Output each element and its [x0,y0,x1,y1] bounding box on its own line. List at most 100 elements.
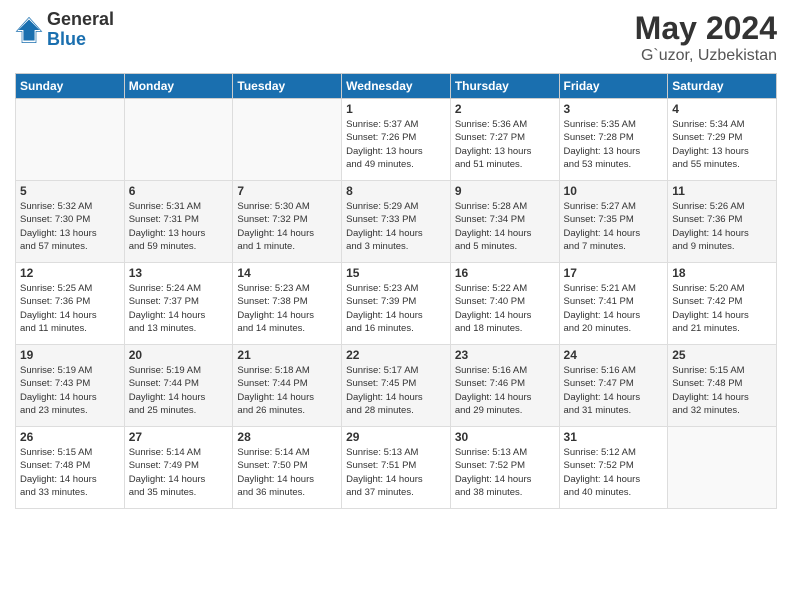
day-info: Sunrise: 5:36 AM Sunset: 7:27 PM Dayligh… [455,118,555,171]
calendar-cell: 9 Sunrise: 5:28 AM Sunset: 7:34 PM Daylig… [450,181,559,263]
logo-text: General Blue [47,10,114,50]
day-info: Sunrise: 5:18 AM Sunset: 7:44 PM Dayligh… [237,364,337,417]
day-number: 4 [672,102,772,116]
calendar-cell [233,99,342,181]
day-number: 10 [564,184,664,198]
day-number: 1 [346,102,446,116]
weekday-header: Tuesday [233,74,342,99]
logo-blue: Blue [47,30,114,50]
day-number: 2 [455,102,555,116]
calendar-cell: 3 Sunrise: 5:35 AM Sunset: 7:28 PM Daylig… [559,99,668,181]
calendar-cell: 31 Sunrise: 5:12 AM Sunset: 7:52 PM Dayli… [559,427,668,509]
page: General Blue May 2024 G`uzor, Uzbekistan… [0,0,792,612]
day-number: 28 [237,430,337,444]
calendar-cell: 23Sunrise: 5:16 AM Sunset: 7:46 PM Dayli… [450,345,559,427]
calendar-cell: 29Sunrise: 5:13 AM Sunset: 7:51 PM Dayli… [342,427,451,509]
day-number: 25 [672,348,772,362]
day-info: Sunrise: 5:35 AM Sunset: 7:28 PM Dayligh… [564,118,664,171]
calendar-cell [668,427,777,509]
weekday-header: Saturday [668,74,777,99]
calendar-cell: 30Sunrise: 5:13 AM Sunset: 7:52 PM Dayli… [450,427,559,509]
day-number: 16 [455,266,555,280]
day-number: 11 [672,184,772,198]
day-number: 3 [564,102,664,116]
calendar-cell: 7 Sunrise: 5:30 AM Sunset: 7:32 PM Daylig… [233,181,342,263]
day-info: Sunrise: 5:28 AM Sunset: 7:34 PM Dayligh… [455,200,555,253]
day-info: Sunrise: 5:23 AM Sunset: 7:39 PM Dayligh… [346,282,446,335]
day-info: Sunrise: 5:16 AM Sunset: 7:46 PM Dayligh… [455,364,555,417]
day-info: Sunrise: 5:19 AM Sunset: 7:44 PM Dayligh… [129,364,229,417]
day-info: Sunrise: 5:25 AM Sunset: 7:36 PM Dayligh… [20,282,120,335]
day-info: Sunrise: 5:17 AM Sunset: 7:45 PM Dayligh… [346,364,446,417]
calendar-week-row: 5 Sunrise: 5:32 AM Sunset: 7:30 PM Daylig… [16,181,777,263]
weekday-header: Wednesday [342,74,451,99]
calendar-cell: 27 Sunrise: 5:14 AM Sunset: 7:49 PM Dayli… [124,427,233,509]
calendar-cell: 13 Sunrise: 5:24 AM Sunset: 7:37 PM Dayli… [124,263,233,345]
calendar-cell: 24 Sunrise: 5:16 AM Sunset: 7:47 PM Dayli… [559,345,668,427]
calendar-cell: 19Sunrise: 5:19 AM Sunset: 7:43 PM Dayli… [16,345,125,427]
day-info: Sunrise: 5:22 AM Sunset: 7:40 PM Dayligh… [455,282,555,335]
calendar-week-row: 19Sunrise: 5:19 AM Sunset: 7:43 PM Dayli… [16,345,777,427]
title-month: May 2024 [635,10,777,47]
day-info: Sunrise: 5:23 AM Sunset: 7:38 PM Dayligh… [237,282,337,335]
day-number: 22 [346,348,446,362]
day-number: 6 [129,184,229,198]
day-info: Sunrise: 5:16 AM Sunset: 7:47 PM Dayligh… [564,364,664,417]
day-info: Sunrise: 5:21 AM Sunset: 7:41 PM Dayligh… [564,282,664,335]
calendar-cell: 5 Sunrise: 5:32 AM Sunset: 7:30 PM Daylig… [16,181,125,263]
day-info: Sunrise: 5:12 AM Sunset: 7:52 PM Dayligh… [564,446,664,499]
day-info: Sunrise: 5:14 AM Sunset: 7:49 PM Dayligh… [129,446,229,499]
day-info: Sunrise: 5:24 AM Sunset: 7:37 PM Dayligh… [129,282,229,335]
day-number: 13 [129,266,229,280]
calendar-cell: 25 Sunrise: 5:15 AM Sunset: 7:48 PM Dayli… [668,345,777,427]
calendar-cell: 16 Sunrise: 5:22 AM Sunset: 7:40 PM Dayli… [450,263,559,345]
weekday-header: Sunday [16,74,125,99]
day-number: 24 [564,348,664,362]
calendar-cell: 11Sunrise: 5:26 AM Sunset: 7:36 PM Dayli… [668,181,777,263]
calendar-cell [124,99,233,181]
day-number: 26 [20,430,120,444]
day-info: Sunrise: 5:27 AM Sunset: 7:35 PM Dayligh… [564,200,664,253]
day-number: 29 [346,430,446,444]
day-number: 17 [564,266,664,280]
day-info: Sunrise: 5:34 AM Sunset: 7:29 PM Dayligh… [672,118,772,171]
calendar-cell: 10 Sunrise: 5:27 AM Sunset: 7:35 PM Dayli… [559,181,668,263]
calendar-cell: 20 Sunrise: 5:19 AM Sunset: 7:44 PM Dayli… [124,345,233,427]
header: General Blue May 2024 G`uzor, Uzbekistan [15,10,777,65]
calendar-cell: 26 Sunrise: 5:15 AM Sunset: 7:48 PM Dayli… [16,427,125,509]
day-number: 20 [129,348,229,362]
day-info: Sunrise: 5:13 AM Sunset: 7:52 PM Dayligh… [455,446,555,499]
day-info: Sunrise: 5:14 AM Sunset: 7:50 PM Dayligh… [237,446,337,499]
calendar-cell: 28 Sunrise: 5:14 AM Sunset: 7:50 PM Dayli… [233,427,342,509]
day-info: Sunrise: 5:37 AM Sunset: 7:26 PM Dayligh… [346,118,446,171]
day-info: Sunrise: 5:19 AM Sunset: 7:43 PM Dayligh… [20,364,120,417]
weekday-header: Thursday [450,74,559,99]
day-number: 27 [129,430,229,444]
day-number: 21 [237,348,337,362]
calendar-week-row: 26 Sunrise: 5:15 AM Sunset: 7:48 PM Dayli… [16,427,777,509]
title-location: G`uzor, Uzbekistan [635,47,777,65]
logo: General Blue [15,10,114,50]
day-info: Sunrise: 5:29 AM Sunset: 7:33 PM Dayligh… [346,200,446,253]
logo-icon [15,16,43,44]
day-number: 14 [237,266,337,280]
calendar-cell: 17 Sunrise: 5:21 AM Sunset: 7:41 PM Dayli… [559,263,668,345]
day-info: Sunrise: 5:32 AM Sunset: 7:30 PM Dayligh… [20,200,120,253]
day-number: 31 [564,430,664,444]
calendar-cell: 12Sunrise: 5:25 AM Sunset: 7:36 PM Dayli… [16,263,125,345]
weekday-header: Friday [559,74,668,99]
day-info: Sunrise: 5:30 AM Sunset: 7:32 PM Dayligh… [237,200,337,253]
calendar-week-row: 12Sunrise: 5:25 AM Sunset: 7:36 PM Dayli… [16,263,777,345]
day-number: 5 [20,184,120,198]
day-info: Sunrise: 5:15 AM Sunset: 7:48 PM Dayligh… [672,364,772,417]
calendar-cell: 22 Sunrise: 5:17 AM Sunset: 7:45 PM Dayli… [342,345,451,427]
logo-general: General [47,10,114,30]
calendar-cell [16,99,125,181]
calendar-cell: 8Sunrise: 5:29 AM Sunset: 7:33 PM Daylig… [342,181,451,263]
calendar-cell: 2 Sunrise: 5:36 AM Sunset: 7:27 PM Daylig… [450,99,559,181]
day-number: 7 [237,184,337,198]
day-number: 9 [455,184,555,198]
day-info: Sunrise: 5:20 AM Sunset: 7:42 PM Dayligh… [672,282,772,335]
day-info: Sunrise: 5:15 AM Sunset: 7:48 PM Dayligh… [20,446,120,499]
calendar-cell: 18Sunrise: 5:20 AM Sunset: 7:42 PM Dayli… [668,263,777,345]
